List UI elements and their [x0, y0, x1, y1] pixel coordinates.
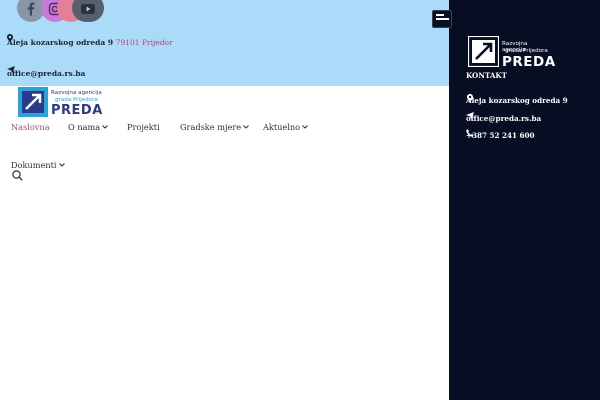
logo-line-3: PREDA	[502, 54, 556, 70]
logo-mark-icon	[18, 87, 48, 117]
address-street: Aleja kozarskog odreda 9	[7, 38, 114, 47]
youtube-icon[interactable]	[72, 0, 104, 22]
chevron-down-icon	[58, 163, 65, 167]
search-icon[interactable]	[12, 166, 23, 185]
top-contact-bar: Aleja kozarskog odreda 9 79101 Prijedor …	[0, 0, 449, 86]
address-city[interactable]: 79101 Prijedor	[116, 38, 173, 47]
site-logo[interactable]: Razvojna agencija grada Prijedora PREDA	[18, 87, 102, 120]
panel-email[interactable]: office@preda.rs.ba	[466, 114, 541, 123]
panel-phone[interactable]: +387 52 241 600	[466, 131, 535, 140]
panel-address: Aleja kozarskog odreda 9	[466, 96, 568, 105]
panel-title: KONTAKT	[466, 71, 508, 80]
chevron-down-icon	[302, 125, 308, 129]
nav-label: Gradske mjere	[180, 122, 242, 132]
nav-item-gradske-mjere[interactable]: Gradske mjere	[180, 122, 249, 132]
nav-label: Aktuelno	[263, 122, 301, 132]
nav-label: O nama	[68, 122, 101, 132]
nav-item-aktuelno[interactable]: Aktuelno	[263, 122, 308, 132]
nav-label: Projekti	[127, 122, 160, 132]
chevron-down-icon	[102, 125, 108, 129]
header-address: Aleja kozarskog odreda 9 79101 Prijedor	[7, 38, 173, 47]
social-links	[17, 0, 107, 22]
header-email[interactable]: office@preda.rs.ba	[7, 69, 85, 78]
logo-line-1: Razvojna agencija	[51, 90, 102, 96]
nav-item-projekti[interactable]: Projekti	[127, 122, 160, 132]
nav-label: Naslovna	[11, 122, 50, 132]
nav-item-o-nama[interactable]: O nama	[68, 122, 108, 132]
nav-item-naslovna[interactable]: Naslovna	[11, 122, 50, 132]
menu-toggle-button[interactable]	[432, 10, 452, 28]
logo-line-3: PREDA	[51, 103, 103, 118]
chevron-down-icon	[243, 125, 249, 129]
panel-logo[interactable]: Razvojna agencija grada Prijedora PREDA	[468, 36, 555, 70]
logo-mark-icon	[468, 36, 499, 67]
